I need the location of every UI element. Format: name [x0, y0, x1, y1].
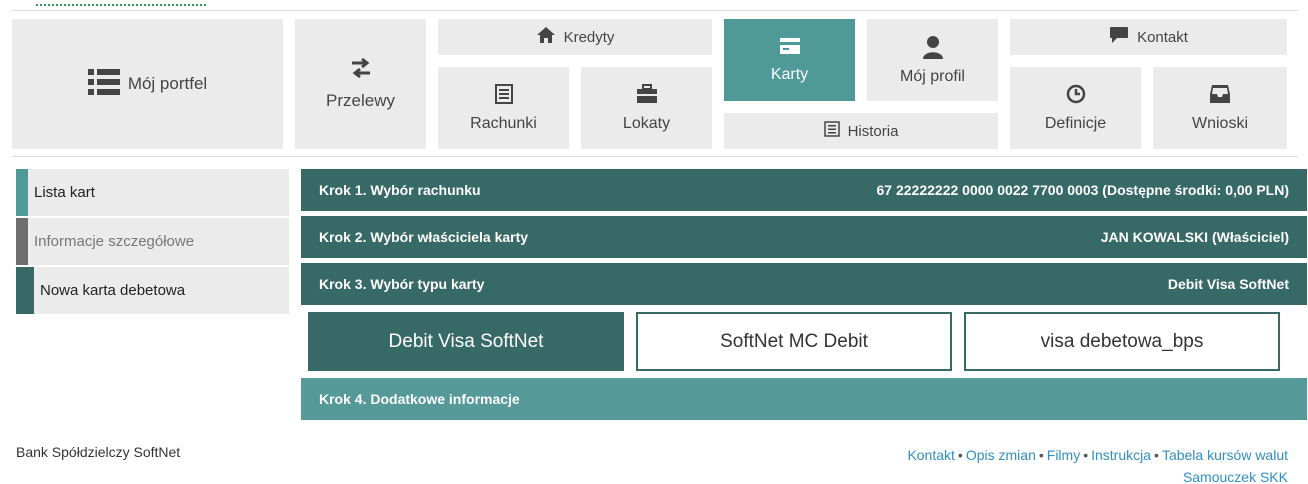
step-value: 67 22222222 0000 0022 7700 0003 (Dostępn…: [876, 182, 1289, 198]
step-label: Krok 1. Wybór rachunku: [319, 182, 481, 198]
footer-separator: •: [1038, 447, 1044, 463]
chat-bubble-icon: [1109, 26, 1129, 49]
step-label: Krok 2. Wybór właściciela karty: [319, 229, 529, 245]
nav-definicje-label: Definicje: [1044, 114, 1107, 132]
footer-link-tabela-kursow[interactable]: Tabela kursów walut: [1162, 447, 1288, 463]
footer-link-samouczek-skk[interactable]: Samouczek SKK: [1183, 469, 1288, 484]
sidebar-item-label: Nowa karta debetowa: [40, 282, 186, 299]
user-icon: [922, 35, 944, 64]
sidebar-item-marker: [16, 169, 28, 216]
footer-link-instrukcja[interactable]: Instrukcja: [1091, 447, 1151, 463]
nav-lokaty-label: Lokaty: [622, 114, 671, 132]
history-list-icon: [823, 120, 840, 142]
footer-links: Kontakt • Opis zmian • Filmy • Instrukcja • Tabe…: [907, 444, 1288, 484]
step-1[interactable]: Krok 1. Wybór rachunku 67 22222222 0000 …: [301, 169, 1307, 211]
nav-definicje[interactable]: Definicje: [1010, 67, 1141, 149]
sidebar-item-label: Lista kart: [34, 184, 95, 201]
footer-separator: •: [957, 447, 963, 463]
top-divider: [12, 10, 1298, 11]
card-option-debit-visa-softnet[interactable]: Debit Visa SoftNet: [308, 312, 624, 371]
list-icon: [87, 68, 120, 100]
nav-kontakt[interactable]: Kontakt: [1010, 19, 1287, 55]
card-icon: [779, 37, 801, 60]
step-value: JAN KOWALSKI (Właściciel): [1100, 229, 1289, 245]
step-value: Debit Visa SoftNet: [1167, 276, 1289, 292]
footer-separator: •: [1083, 447, 1089, 463]
footer-link-kontakt[interactable]: Kontakt: [907, 447, 954, 463]
briefcase-icon: [636, 83, 658, 109]
nav-karty[interactable]: Karty: [724, 19, 855, 101]
sidebar-item-informacje-szczegolowe[interactable]: Informacje szczegółowe: [16, 218, 289, 265]
ledger-icon: [494, 83, 513, 109]
step-label: Krok 3. Wybór typu karty: [319, 276, 485, 292]
sidebar-item-lista-kart[interactable]: Lista kart: [16, 169, 289, 216]
nav-wnioski-label: Wnioski: [1191, 114, 1248, 132]
nav-kredyty-label: Kredyty: [563, 28, 615, 46]
card-option-softnet-mc-debit[interactable]: SoftNet MC Debit: [636, 312, 952, 371]
nav-kredyty[interactable]: Kredyty: [438, 19, 712, 55]
sidebar-item-label: Informacje szczegółowe: [34, 233, 195, 250]
nav-przelewy[interactable]: Przelewy: [295, 19, 426, 149]
step-4[interactable]: Krok 4. Dodatkowe informacje: [301, 378, 1307, 420]
nav-moj-profil[interactable]: Mój profil: [867, 19, 998, 101]
footer-link-filmy[interactable]: Filmy: [1047, 447, 1080, 463]
nav-przelewy-label: Przelewy: [326, 90, 395, 110]
card-option-visa-debetowa-bps[interactable]: visa debetowa_bps: [964, 312, 1280, 371]
step-label: Krok 4. Dodatkowe informacje: [319, 391, 520, 407]
nav-kontakt-label: Kontakt: [1137, 28, 1188, 46]
footer-link-opis-zmian[interactable]: Opis zmian: [966, 447, 1036, 463]
nav-lokaty[interactable]: Lokaty: [581, 67, 712, 149]
inbox-icon: [1209, 84, 1231, 109]
nav-rachunki-label: Rachunki: [470, 114, 537, 132]
nav-rachunki[interactable]: Rachunki: [438, 67, 569, 149]
nav-moj-profil-label: Mój profil: [900, 67, 965, 85]
step-3[interactable]: Krok 3. Wybór typu karty Debit Visa Soft…: [301, 263, 1307, 305]
nav-historia-label: Historia: [847, 122, 899, 140]
nav-karty-label: Karty: [770, 65, 809, 83]
home-icon: [536, 26, 556, 49]
top-accent: [36, 4, 206, 7]
sidebar-item-marker: [16, 267, 34, 314]
nav-wnioski[interactable]: Wnioski: [1153, 67, 1287, 149]
nav-moj-portfel[interactable]: Mój portfel: [12, 19, 283, 149]
footer-separator: •: [1154, 447, 1159, 463]
transfer-arrows-icon: [350, 57, 372, 83]
nav-moj-portfel-label: Mój portfel: [127, 74, 208, 93]
step-2[interactable]: Krok 2. Wybór właściciela karty JAN KOWA…: [301, 216, 1307, 258]
nav-divider: [12, 156, 1298, 157]
clock-icon: [1066, 84, 1086, 109]
sidebar-item-marker: [16, 218, 28, 265]
nav-historia[interactable]: Historia: [724, 113, 998, 149]
sidebar-item-nowa-karta-debetowa[interactable]: Nowa karta debetowa: [16, 267, 289, 314]
footer-bank-name: Bank Spółdzielczy SoftNet: [16, 444, 181, 460]
